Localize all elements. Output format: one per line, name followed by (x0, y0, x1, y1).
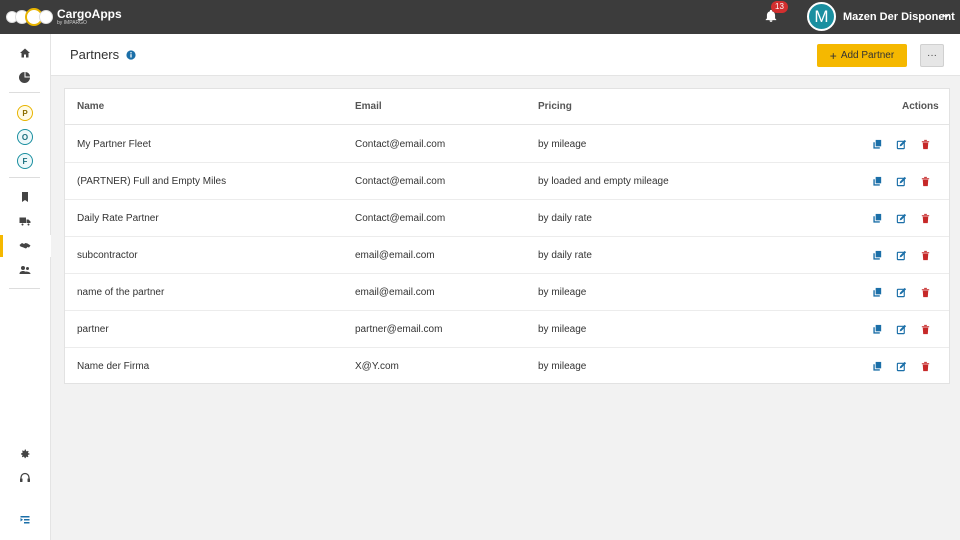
partner-name: name of the partner (77, 287, 165, 298)
sidebar-item-p[interactable]: P (17, 105, 33, 121)
delete-icon[interactable] (920, 324, 931, 335)
copy-icon[interactable] (872, 250, 883, 261)
partner-email: Contact@email.com (355, 176, 446, 187)
partner-pricing: by mileage (538, 361, 587, 372)
edit-icon[interactable] (896, 287, 907, 298)
edit-icon[interactable] (896, 250, 907, 261)
table-row[interactable]: partner partner@email.com by mileage (65, 311, 949, 348)
truck-icon[interactable] (19, 215, 31, 227)
partner-email: email@email.com (355, 287, 435, 298)
delete-icon[interactable] (920, 361, 931, 372)
sidebar-item-f[interactable]: F (17, 153, 33, 169)
column-header-name[interactable]: Name (77, 101, 104, 112)
settings-icon[interactable] (19, 448, 31, 460)
partner-name: subcontractor (77, 250, 138, 261)
partner-pricing: by daily rate (538, 213, 592, 224)
partner-pricing: by mileage (538, 324, 587, 335)
page-title: Partners (70, 47, 120, 62)
partners-table: Name Email Pricing Actions My Partner Fl… (64, 88, 950, 384)
notification-badge: 13 (771, 1, 788, 13)
edit-icon[interactable] (896, 361, 907, 372)
table-row[interactable]: name of the partner email@email.com by mil… (65, 274, 949, 311)
users-icon[interactable] (19, 264, 31, 276)
chevron-down-icon[interactable] (941, 11, 951, 21)
table-row[interactable]: subcontractor email@email.com by daily rat… (65, 237, 949, 274)
more-options-button[interactable]: ··· (920, 44, 944, 67)
collapse-icon[interactable] (19, 514, 31, 526)
user-name[interactable]: Mazen Der Disponent (843, 11, 955, 23)
table-row[interactable]: My Partner Fleet Contact@email.com by mile… (65, 126, 949, 163)
delete-icon[interactable] (920, 287, 931, 298)
partner-pricing: by loaded and empty mileage (538, 176, 669, 187)
copy-icon[interactable] (872, 324, 883, 335)
sidebar-item-o[interactable]: O (17, 129, 33, 145)
partner-email: email@email.com (355, 250, 435, 261)
app-subtitle: by IMPARGO (57, 20, 87, 26)
table-row[interactable]: Daily Rate Partner Contact@email.com by da… (65, 200, 949, 237)
column-header-email[interactable]: Email (355, 101, 382, 112)
delete-icon[interactable] (920, 250, 931, 261)
partner-email: X@Y.com (355, 361, 399, 372)
top-bar: CargoApps by IMPARGO 13 M Mazen Der Disp… (0, 0, 960, 34)
partner-name: partner (77, 324, 109, 335)
home-icon[interactable] (19, 47, 31, 59)
copy-icon[interactable] (872, 176, 883, 187)
edit-icon[interactable] (896, 213, 907, 224)
partner-name: Name der Firma (77, 361, 150, 372)
partner-email: Contact@email.com (355, 213, 446, 224)
support-icon[interactable] (19, 472, 31, 484)
copy-icon[interactable] (872, 213, 883, 224)
partner-name: My Partner Fleet (77, 139, 151, 150)
info-icon[interactable] (126, 50, 136, 60)
handshake-icon[interactable] (19, 240, 31, 252)
column-header-pricing[interactable]: Pricing (538, 101, 572, 112)
partner-name: (PARTNER) Full and Empty Miles (77, 176, 227, 187)
edit-icon[interactable] (896, 324, 907, 335)
avatar[interactable]: M (807, 2, 836, 31)
copy-icon[interactable] (872, 287, 883, 298)
partner-pricing: by mileage (538, 287, 587, 298)
logo-mark (6, 8, 53, 26)
partner-pricing: by daily rate (538, 250, 592, 261)
plus-icon: + (829, 48, 837, 63)
app-name: CargoApps (57, 7, 122, 21)
table-row[interactable]: (PARTNER) Full and Empty Miles Contact@em… (65, 163, 949, 200)
partner-email: partner@email.com (355, 324, 443, 335)
table-header: Name Email Pricing Actions (65, 89, 949, 125)
table-row[interactable]: Name der Firma X@Y.com by mileage (65, 348, 949, 385)
partner-email: Contact@email.com (355, 139, 446, 150)
sidebar: P O F (0, 34, 51, 540)
edit-icon[interactable] (896, 139, 907, 150)
app-logo[interactable]: CargoApps by IMPARGO (6, 8, 122, 26)
copy-icon[interactable] (872, 361, 883, 372)
page-header: Partners + Add Partner ··· (51, 34, 960, 76)
partner-name: Daily Rate Partner (77, 213, 159, 224)
add-partner-label: Add Partner (840, 50, 895, 61)
delete-icon[interactable] (920, 213, 931, 224)
copy-icon[interactable] (872, 139, 883, 150)
add-partner-button[interactable]: + Add Partner (817, 44, 907, 67)
bookmark-icon[interactable] (19, 191, 31, 203)
column-header-actions: Actions (902, 101, 939, 112)
edit-icon[interactable] (896, 176, 907, 187)
delete-icon[interactable] (920, 139, 931, 150)
delete-icon[interactable] (920, 176, 931, 187)
partner-pricing: by mileage (538, 139, 587, 150)
chart-pie-icon[interactable] (19, 71, 31, 83)
